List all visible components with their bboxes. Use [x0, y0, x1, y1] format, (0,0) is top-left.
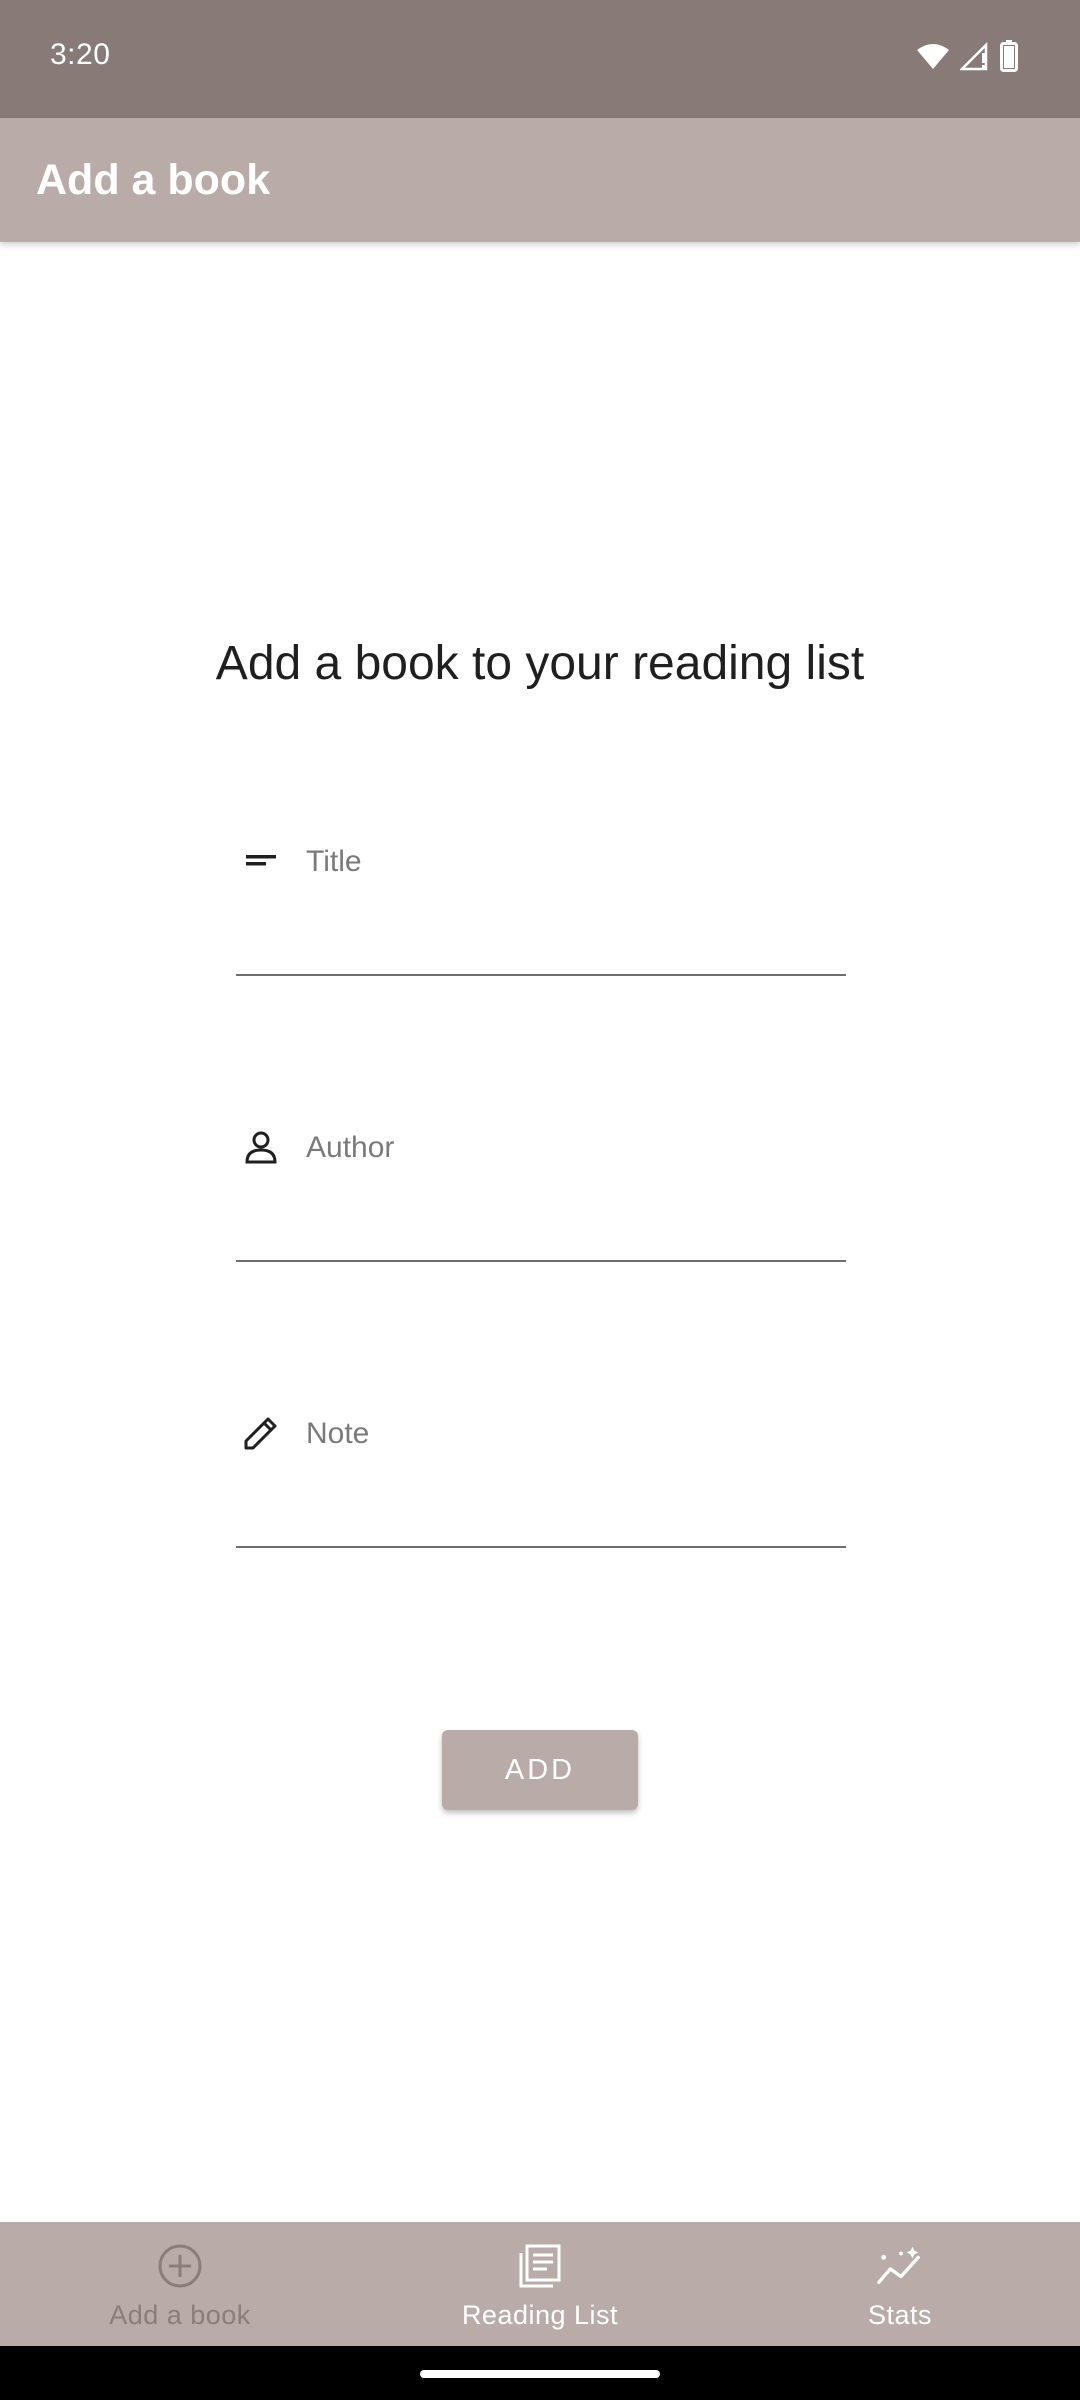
- form-headline: Add a book to your reading list: [215, 637, 865, 690]
- note-underline: [236, 1546, 846, 1548]
- bottom-nav: Add a book Reading List Stats: [0, 2222, 1080, 2346]
- pencil-icon: [236, 1408, 286, 1458]
- status-bar: 3:20: [0, 0, 1080, 118]
- signal-icon: [958, 41, 990, 76]
- author-input[interactable]: [306, 1126, 826, 1170]
- nav-item-stats[interactable]: Stats: [720, 2222, 1080, 2346]
- title-input[interactable]: [306, 840, 826, 884]
- title-field[interactable]: [236, 836, 846, 976]
- status-icons: [916, 40, 1018, 77]
- app-bar: Add a book: [0, 118, 1080, 242]
- author-underline: [236, 1260, 846, 1262]
- author-field[interactable]: [236, 1122, 846, 1262]
- wifi-icon: [916, 42, 950, 75]
- home-gesture-handle[interactable]: [420, 2370, 660, 2378]
- chart-icon: [876, 2242, 924, 2290]
- nav-item-reading-list[interactable]: Reading List: [360, 2222, 720, 2346]
- add-circle-icon: [156, 2242, 204, 2290]
- note-input[interactable]: [306, 1412, 826, 1456]
- nav-label-add-book: Add a book: [109, 2300, 251, 2330]
- nav-label-stats: Stats: [867, 2300, 933, 2330]
- nav-item-add-book[interactable]: Add a book: [0, 2222, 360, 2346]
- title-underline: [236, 974, 846, 976]
- page-title: Add a book: [36, 156, 271, 204]
- status-time: 3:20: [50, 38, 111, 71]
- short-text-icon: [236, 836, 286, 886]
- note-field[interactable]: [236, 1408, 846, 1548]
- list-icon: [516, 2242, 564, 2290]
- add-button[interactable]: ADD: [442, 1730, 638, 1810]
- person-icon: [236, 1122, 286, 1172]
- battery-icon: [1000, 40, 1018, 77]
- nav-label-reading-list: Reading List: [461, 2300, 619, 2330]
- gesture-area: [0, 2346, 1080, 2400]
